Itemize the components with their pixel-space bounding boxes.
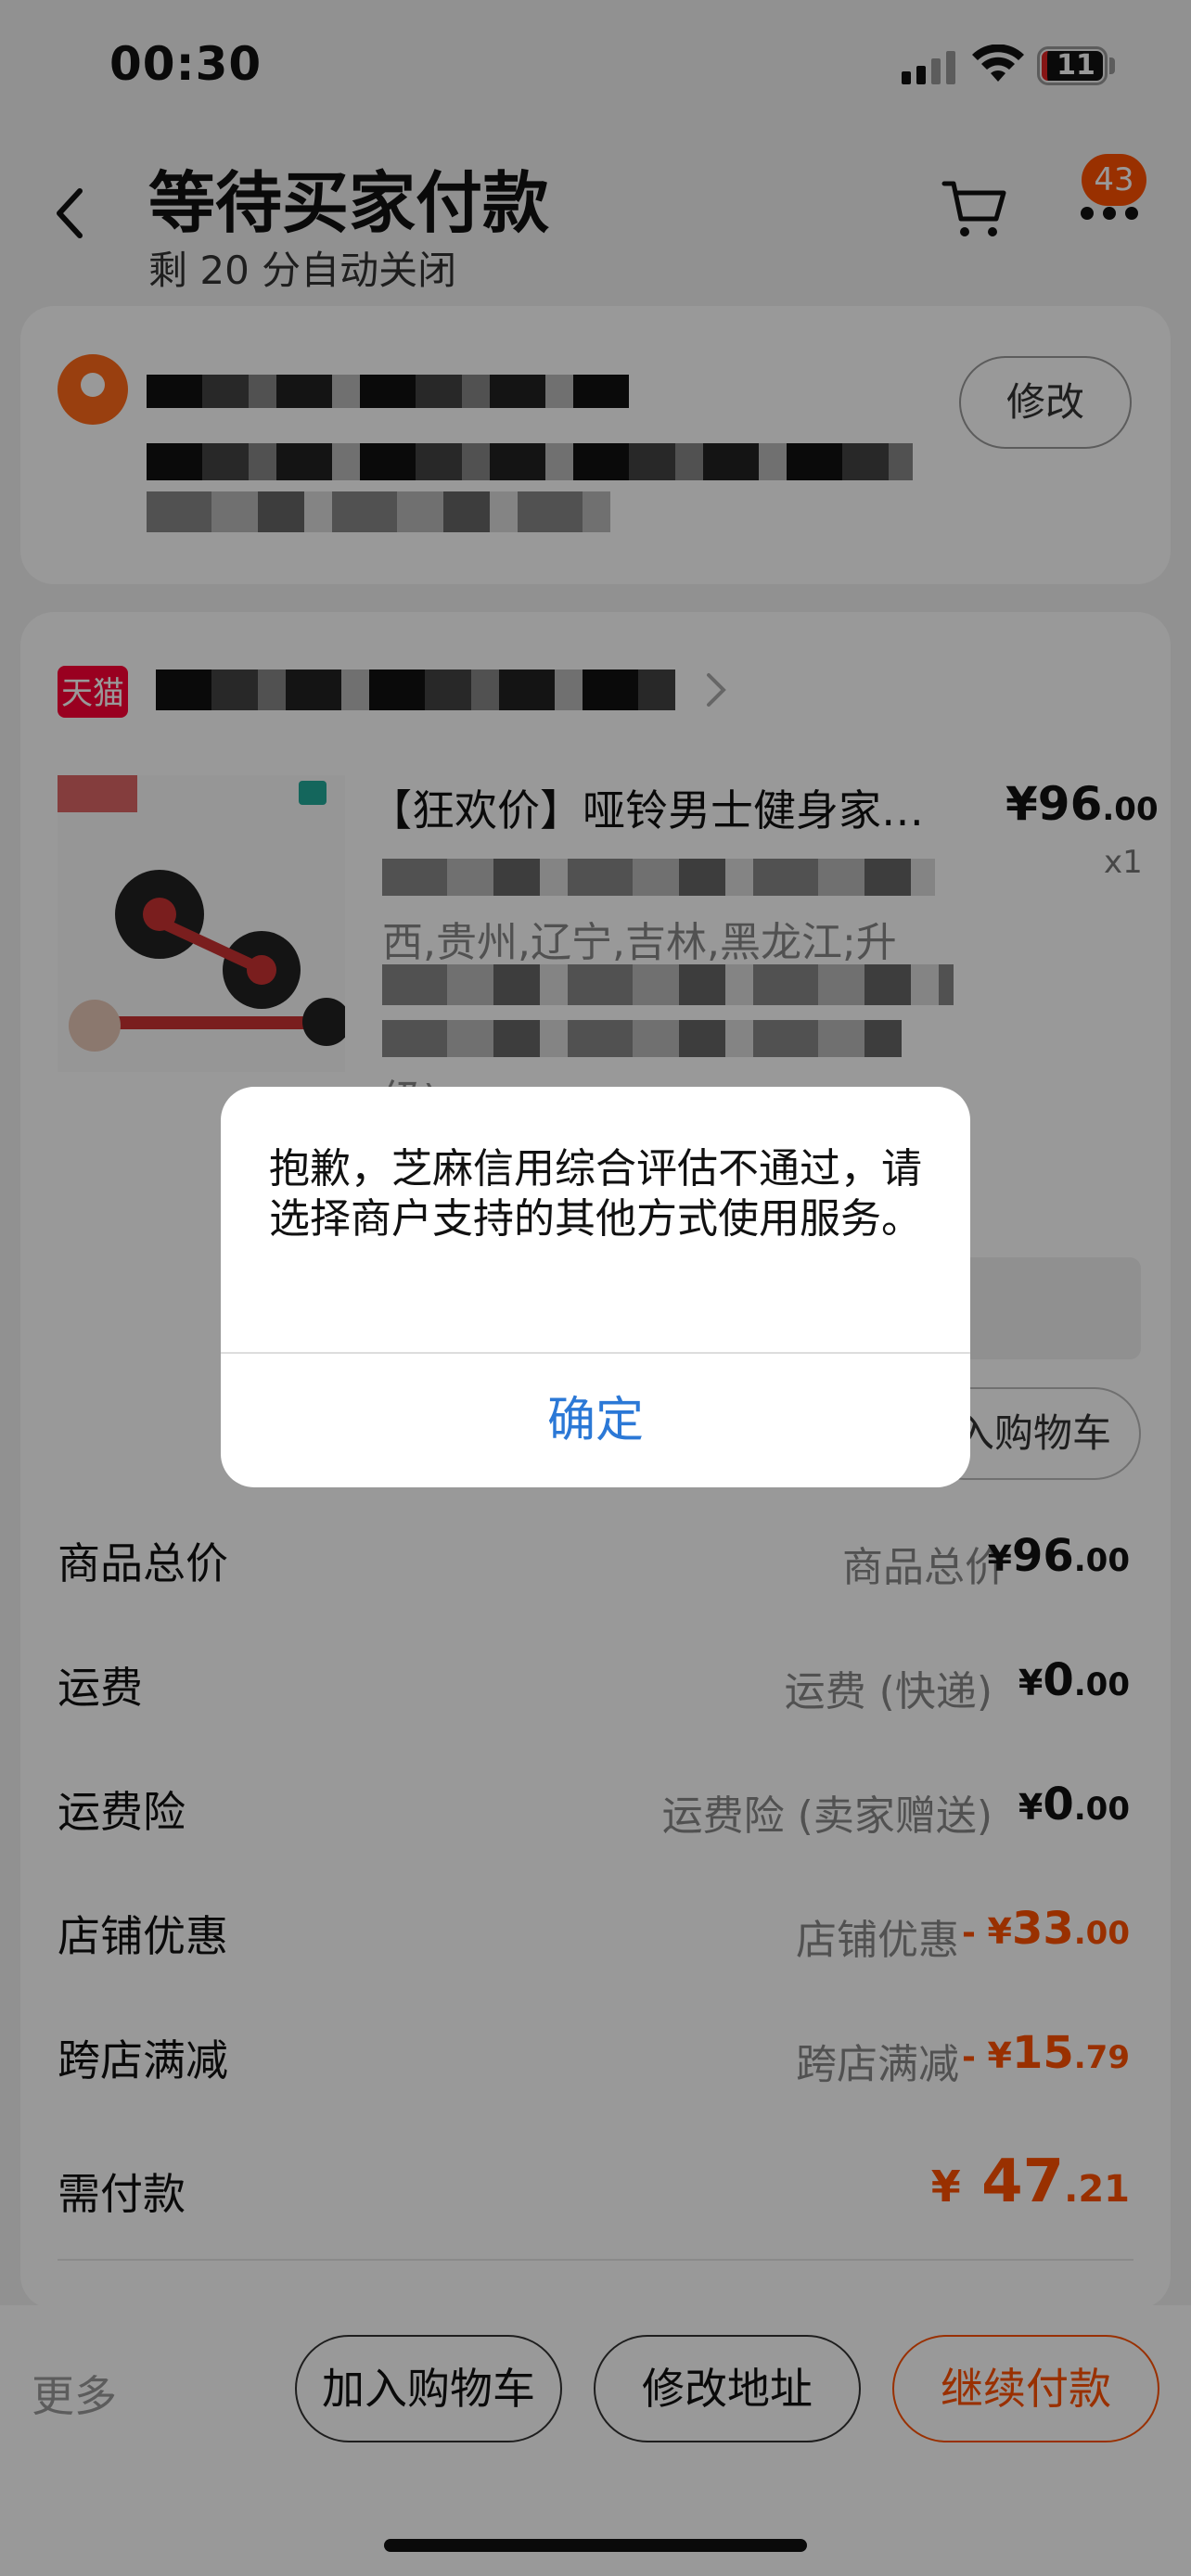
confirm-button[interactable]: 确定 [221, 1354, 970, 1487]
alert-message: 抱歉，芝麻信用综合评估不通过，请选择商户支持的其他方式使用服务。 [269, 1145, 922, 1243]
alert-dialog: 抱歉，芝麻信用综合评估不通过，请选择商户支持的其他方式使用服务。 确定 [221, 1087, 970, 1487]
